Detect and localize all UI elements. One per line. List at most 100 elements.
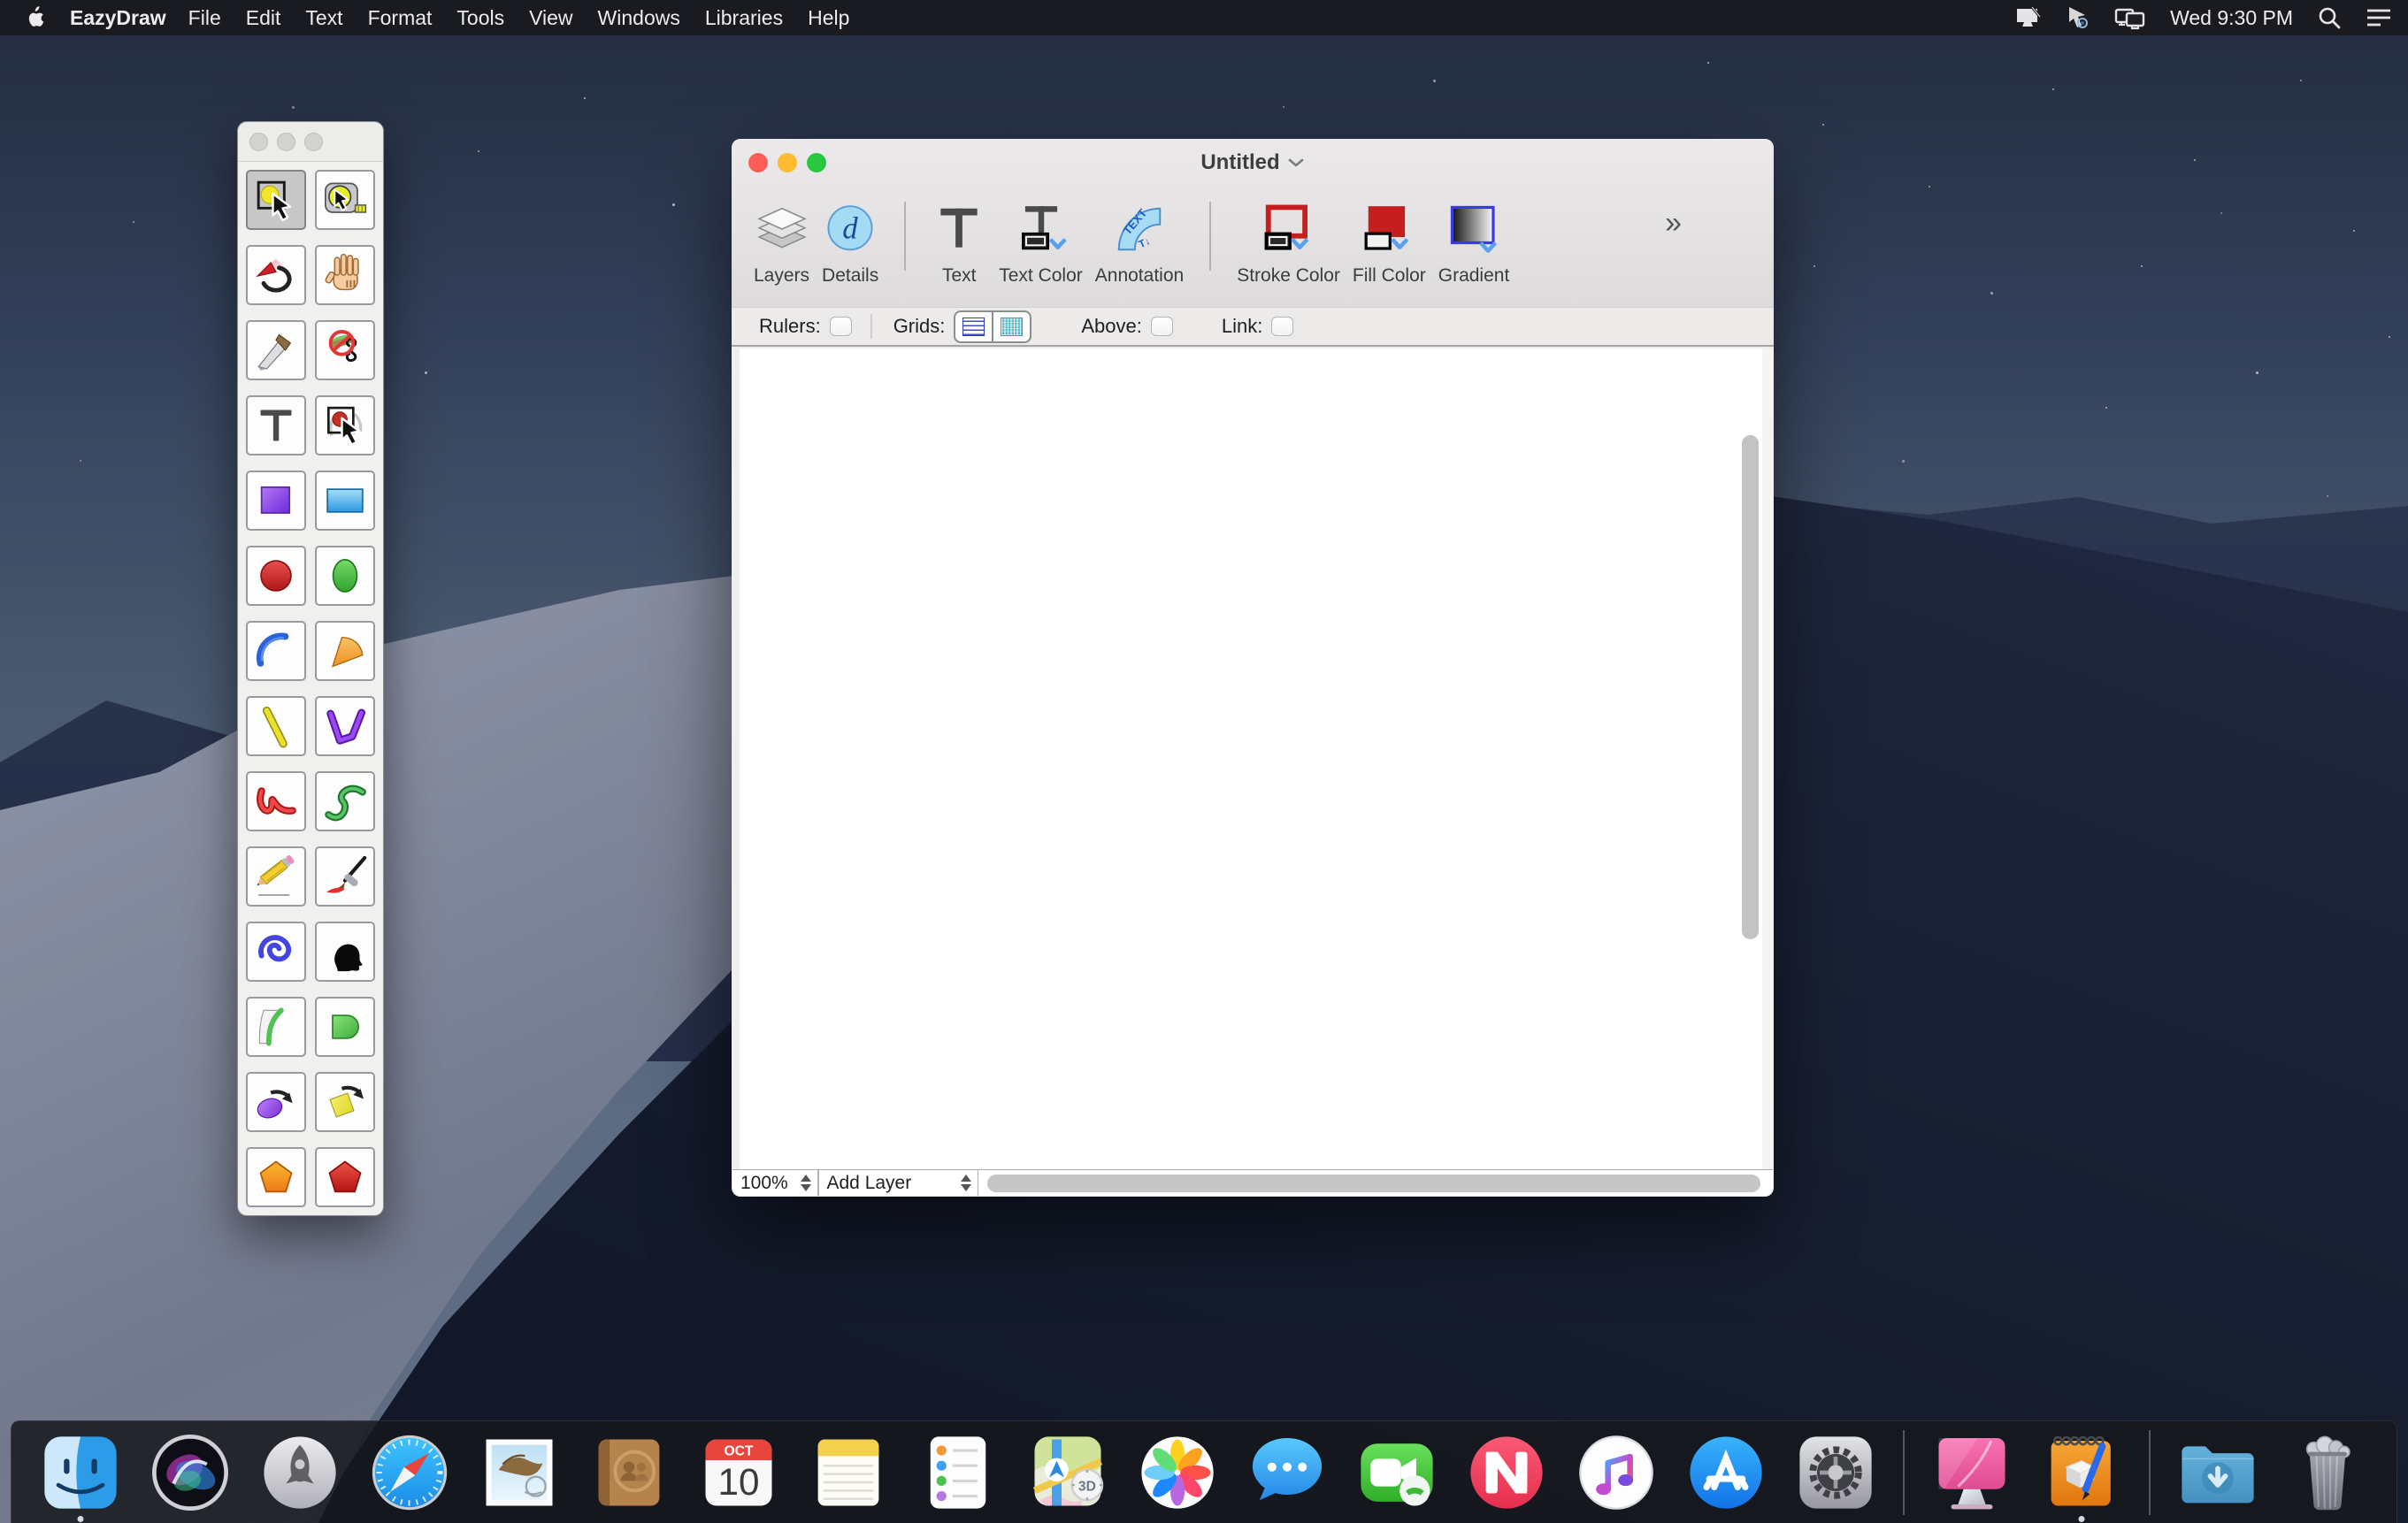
text-color-toolbar-button[interactable]: Text Color	[999, 196, 1083, 287]
polygon-tool-icon	[320, 1152, 370, 1202]
dock-safari-icon[interactable]	[365, 1428, 454, 1517]
zoom-level-value: 100%	[740, 1173, 788, 1194]
dock-launchpad-icon[interactable]	[256, 1428, 344, 1517]
dock-contacts-icon[interactable]	[585, 1428, 673, 1517]
color-select-tool-button[interactable]	[315, 395, 375, 455]
apple-menu[interactable]	[24, 5, 45, 30]
screen-sharing-icon[interactable]	[2066, 5, 2090, 30]
title-chevron-down-icon[interactable]	[1287, 157, 1305, 169]
horizontal-scrollbar[interactable]	[987, 1175, 1760, 1192]
color-select-tool-icon	[320, 401, 370, 450]
dock-reminders-icon[interactable]	[914, 1428, 1002, 1517]
fill-color-toolbar-button[interactable]: Fill Color	[1353, 196, 1426, 287]
scrollbar-track[interactable]	[1762, 348, 1773, 1169]
menu-bar-clock[interactable]: Wed 9:30 PM	[2170, 6, 2293, 30]
dock-maps-icon[interactable]: 3D	[1024, 1428, 1112, 1517]
details-toolbar-button[interactable]: dDetails	[822, 196, 878, 287]
menu-libraries[interactable]: Libraries	[693, 6, 795, 30]
dock-downloads-icon[interactable]	[2174, 1428, 2262, 1517]
menu-text[interactable]: Text	[293, 6, 355, 30]
polygon-tool-button[interactable]	[315, 1147, 375, 1207]
menu-format[interactable]: Format	[356, 6, 445, 30]
bezier-tool-button[interactable]	[315, 771, 375, 831]
dock-mail-icon[interactable]	[475, 1428, 564, 1517]
toolbar-overflow-button[interactable]: »	[1665, 208, 1682, 238]
dock-system-preferences-icon[interactable]	[1791, 1428, 1880, 1517]
menu-view[interactable]: View	[517, 6, 585, 30]
app-menu[interactable]: EazyDraw	[70, 6, 166, 30]
rulers-checkbox[interactable]	[830, 317, 852, 336]
layers-toolbar-button[interactable]: Layers	[754, 196, 809, 287]
menu-tools[interactable]: Tools	[444, 6, 517, 30]
rotate-tool-button[interactable]	[246, 245, 306, 305]
dock-calendar-icon[interactable]: OCT10	[694, 1428, 783, 1517]
palette-minimize-button[interactable]	[277, 133, 295, 151]
link-checkbox[interactable]	[1271, 317, 1293, 336]
dock-siri-icon[interactable]	[146, 1428, 234, 1517]
svg-text:T↓: T↓	[1137, 235, 1152, 250]
menu-help[interactable]: Help	[795, 6, 862, 30]
oval-tool-button[interactable]	[315, 546, 375, 606]
display-sidecar-icon[interactable]	[2015, 5, 2042, 30]
pan-hand-tool-button[interactable]	[315, 245, 375, 305]
circle-tool-button[interactable]	[246, 546, 306, 606]
rectangle-tool-button[interactable]	[246, 471, 306, 531]
dock-itunes-icon[interactable]	[1572, 1428, 1660, 1517]
surface-tool-button[interactable]	[246, 997, 306, 1057]
dock-facetime-icon[interactable]	[1353, 1428, 1441, 1517]
zoom-level-select[interactable]: 100%	[732, 1170, 817, 1196]
dock-finder-icon[interactable]	[36, 1428, 125, 1517]
displays-icon[interactable]	[2114, 5, 2146, 30]
measure-tool-button[interactable]	[315, 170, 375, 230]
menu-edit[interactable]: Edit	[234, 6, 294, 30]
no-cut-tool-button[interactable]	[315, 320, 375, 380]
text-tool-button[interactable]	[246, 395, 306, 455]
gradient-toolbar-button[interactable]: Gradient	[1438, 196, 1510, 287]
above-checkbox[interactable]	[1151, 317, 1173, 336]
notification-center-icon[interactable]	[2366, 6, 2392, 29]
stroke-color-toolbar-button[interactable]: Stroke Color	[1237, 196, 1340, 287]
text-toolbar-button[interactable]: Text	[932, 196, 986, 287]
dock-eazydraw-icon[interactable]	[2037, 1428, 2126, 1517]
canvas[interactable]	[732, 348, 1773, 1169]
silhouette-tool-button[interactable]	[315, 922, 375, 982]
annotation-toolbar-button[interactable]: TEXTT↓Annotation	[1095, 196, 1184, 287]
rotate-oval-tool-button[interactable]	[246, 1072, 306, 1132]
knife-tool-button[interactable]	[246, 320, 306, 380]
dock-messages-icon[interactable]	[1243, 1428, 1331, 1517]
arc-tool-button[interactable]	[246, 621, 306, 681]
vertical-scrollbar[interactable]	[1742, 435, 1759, 939]
rounded-shape-tool-button[interactable]	[315, 997, 375, 1057]
palette-titlebar[interactable]	[238, 122, 383, 162]
rotate-rect-tool-button[interactable]	[315, 1072, 375, 1132]
menu-bar: EazyDraw FileEditTextFormatToolsViewWind…	[0, 0, 2408, 35]
palette-zoom-button[interactable]	[304, 133, 323, 151]
dock-news-icon[interactable]	[1462, 1428, 1551, 1517]
pencil-tool-button[interactable]	[246, 846, 306, 907]
dock-app-store-icon[interactable]	[1682, 1428, 1770, 1517]
horizontal-scrollbar-track[interactable]	[978, 1170, 1773, 1196]
add-layer-select[interactable]: Add Layer	[819, 1170, 978, 1196]
wide-rectangle-tool-button[interactable]	[315, 471, 375, 531]
select-tool-button[interactable]	[246, 170, 306, 230]
menu-windows[interactable]: Windows	[586, 6, 693, 30]
dock-notes-icon[interactable]	[804, 1428, 893, 1517]
grid-lines-button[interactable]	[955, 312, 992, 341]
wedge-tool-button[interactable]	[315, 621, 375, 681]
pentagon-tool-button[interactable]	[246, 1147, 306, 1207]
spiral-tool-button[interactable]	[246, 922, 306, 982]
dock-photos-icon[interactable]	[1133, 1428, 1222, 1517]
polyline-tool-button[interactable]	[315, 696, 375, 756]
dock-trash-icon[interactable]	[2283, 1428, 2372, 1517]
spotlight-icon[interactable]	[2317, 5, 2342, 30]
menu-file[interactable]: File	[176, 6, 234, 30]
brush-tool-button[interactable]	[315, 846, 375, 907]
grid-solid-button[interactable]	[993, 312, 1030, 341]
curve-tool-button[interactable]	[246, 771, 306, 831]
pentagon-tool-icon	[251, 1152, 301, 1202]
window-titlebar[interactable]: Untitled	[732, 139, 1774, 186]
line-tool-button[interactable]	[246, 696, 306, 756]
select-tool-icon	[251, 175, 301, 225]
dock-cleanmymac-icon[interactable]	[1928, 1428, 2016, 1517]
palette-close-button[interactable]	[249, 133, 268, 151]
